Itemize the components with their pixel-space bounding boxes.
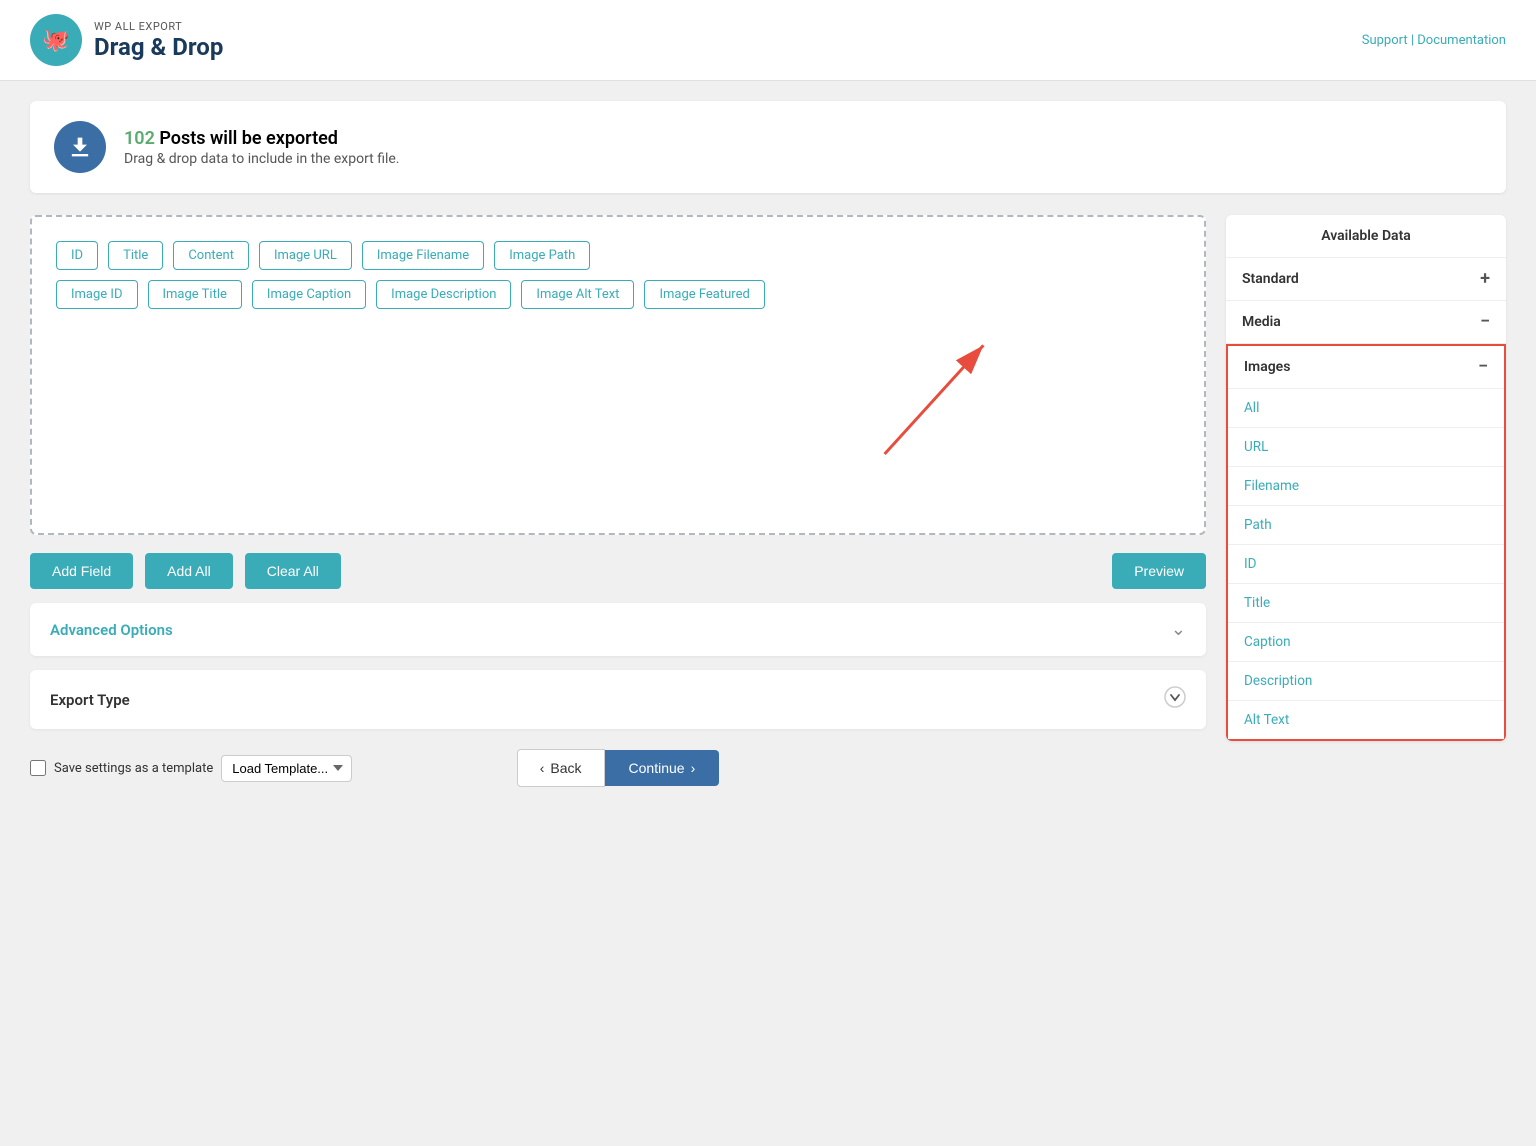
svg-text:🐙: 🐙 [42,28,69,53]
support-link[interactable]: Support [1362,33,1408,48]
sidebar-item-path[interactable]: Path [1228,505,1504,544]
export-type-header[interactable]: Export Type [30,670,1206,729]
sidebar-panel: Available Data Standard + Media − [1226,215,1506,741]
field-tag-id[interactable]: ID [56,241,98,270]
sidebar-item-filename[interactable]: Filename [1228,466,1504,505]
continue-button[interactable]: Continue › [605,750,720,786]
logo-area: 🐙 WP ALL EXPORT Drag & Drop [30,14,223,66]
post-count: 102 [124,128,155,149]
bottom-bar: Save settings as a template Load Templat… [30,729,1206,807]
standard-label: Standard [1242,271,1299,287]
images-section: Images − All URL Filename Path ID Title … [1226,344,1506,741]
field-tag-image-filename[interactable]: Image Filename [362,241,484,270]
field-tag-title[interactable]: Title [108,241,163,270]
media-label: Media [1242,314,1281,330]
standard-section: Standard + [1226,258,1506,301]
back-label: Back [550,760,581,776]
title-suffix: Posts will be exported [155,128,338,149]
drop-zone[interactable]: ID Title Content Image URL Image Filenam… [30,215,1206,535]
media-toggle-icon: − [1480,313,1490,331]
advanced-options-header[interactable]: Advanced Options ⌄ [30,603,1206,656]
field-row-2: Image ID Image Title Image Caption Image… [56,280,1180,309]
export-count-title: 102 Posts will be exported [124,128,400,149]
available-data-box: Available Data Standard + Media − [1226,215,1506,741]
logo-icon: 🐙 [30,14,82,66]
field-tag-image-description[interactable]: Image Description [376,280,511,309]
field-tag-image-title[interactable]: Image Title [148,280,242,309]
advanced-options-title: Advanced Options [50,621,173,639]
header-links: Support | Documentation [1362,33,1506,48]
divider: | [1411,33,1414,48]
download-icon-circle [54,121,106,173]
documentation-link[interactable]: Documentation [1417,33,1506,48]
export-description: Drag & drop data to include in the expor… [124,151,400,167]
download-icon [66,133,94,161]
images-label: Images [1244,359,1290,375]
logo-text: WP ALL EXPORT Drag & Drop [94,20,223,61]
info-text: 102 Posts will be exported Drag & drop d… [124,128,400,167]
logo-subtitle: WP ALL EXPORT [94,20,223,33]
clear-all-button[interactable]: Clear All [245,553,341,589]
advanced-options-section: Advanced Options ⌄ [30,603,1206,656]
drag-drop-panel: ID Title Content Image URL Image Filenam… [30,215,1206,807]
standard-toggle-icon: + [1480,270,1490,288]
media-section-header[interactable]: Media − [1226,301,1506,343]
images-toggle-icon: − [1478,358,1488,376]
field-row-1: ID Title Content Image URL Image Filenam… [56,241,1180,270]
add-field-button[interactable]: Add Field [30,553,133,589]
field-tag-image-alt-text[interactable]: Image Alt Text [521,280,634,309]
field-tag-image-featured[interactable]: Image Featured [644,280,764,309]
field-tag-image-id[interactable]: Image ID [56,280,138,309]
info-banner: 102 Posts will be exported Drag & drop d… [30,101,1506,193]
sidebar-item-title[interactable]: Title [1228,583,1504,622]
action-buttons: Add Field Add All Clear All Preview [30,553,1206,589]
images-section-header[interactable]: Images − [1228,346,1504,388]
field-tag-image-caption[interactable]: Image Caption [252,280,366,309]
nav-buttons: ‹ Back Continue › [517,749,720,787]
left-arrow-icon: ‹ [540,760,545,776]
chevron-down-icon: ⌄ [1171,619,1186,640]
right-arrow-icon: › [691,760,696,776]
export-type-title: Export Type [50,691,130,709]
field-tag-content[interactable]: Content [173,241,249,270]
sidebar-item-caption[interactable]: Caption [1228,622,1504,661]
standard-section-header[interactable]: Standard + [1226,258,1506,300]
save-template-label: Save settings as a template [54,761,213,776]
chevron-down-circle-icon [1164,686,1186,713]
main-content: 102 Posts will be exported Drag & drop d… [0,81,1536,827]
available-data-title: Available Data [1226,215,1506,258]
save-template-area: Save settings as a template Load Templat… [30,755,352,782]
load-template-select[interactable]: Load Template... [221,755,352,782]
save-template-checkbox[interactable] [30,760,46,776]
export-type-section: Export Type [30,670,1206,729]
sidebar-item-all[interactable]: All [1228,388,1504,427]
preview-button[interactable]: Preview [1112,553,1206,589]
header: 🐙 WP ALL EXPORT Drag & Drop Support | Do… [0,0,1536,81]
back-button[interactable]: ‹ Back [517,749,605,787]
media-section: Media − [1226,301,1506,344]
logo-title: Drag & Drop [94,33,223,61]
field-tag-image-path[interactable]: Image Path [494,241,590,270]
add-all-button[interactable]: Add All [145,553,233,589]
sidebar-item-alt-text[interactable]: Alt Text [1228,700,1504,739]
layout: ID Title Content Image URL Image Filenam… [30,215,1506,807]
sidebar-item-description[interactable]: Description [1228,661,1504,700]
sidebar-item-id[interactable]: ID [1228,544,1504,583]
continue-label: Continue [629,760,685,776]
field-tag-image-url[interactable]: Image URL [259,241,352,270]
sidebar-item-url[interactable]: URL [1228,427,1504,466]
